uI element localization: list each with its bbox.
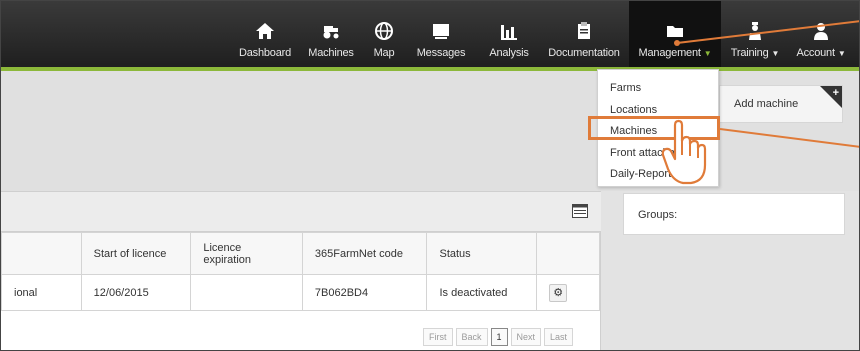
home-icon [256,23,274,39]
nav-dashboard[interactable]: Dashboard [235,1,295,67]
cell-actions: ⚙ [536,274,600,311]
tractor-icon [323,26,339,39]
column-header [1,232,82,275]
trainer-icon [749,22,761,40]
chevron-down-icon: ▼ [703,48,712,58]
nav-messages[interactable]: Messages [415,1,467,67]
nav-machines[interactable]: Machines [306,1,356,67]
nav-training[interactable]: Training ▼ [727,1,783,67]
table-row[interactable]: ional 12/06/2015 7B062BD4 Is deactivated… [1,274,600,311]
column-header-farmnet-code: 365FarmNet code [301,232,428,275]
machines-panel: Start of licence Licence expiration 365F… [1,191,601,350]
menu-item-daily-reports[interactable]: Daily-Reports [610,168,710,180]
cell-start-of-licence: 12/06/2015 [80,274,192,311]
top-navigation: Dashboard Machines Map Messages Analysis… [1,1,859,71]
machines-table: Start of licence Licence expiration 365F… [1,232,600,311]
nav-map[interactable]: Map [366,1,402,67]
table-header-row: Start of licence Licence expiration 365F… [1,232,600,275]
cell-licence-type: ional [1,274,82,311]
groups-panel: Groups: [623,193,845,235]
message-icon [433,24,449,39]
nav-account[interactable]: Account ▼ [795,1,847,67]
plus-icon: + [832,87,839,99]
gear-icon[interactable]: ⚙ [549,283,568,302]
pager-last-button[interactable]: Last [544,328,574,346]
panel-header [1,192,601,232]
bar-chart-icon [501,25,517,40]
menu-item-front-attachments[interactable]: Front attachments [610,147,710,159]
column-header-start-of-licence: Start of licence [80,232,192,275]
pager-next-button[interactable]: Next [510,328,542,346]
table-view-icon[interactable] [572,204,588,218]
clipboard-icon [578,22,590,39]
chevron-down-icon: ▼ [771,48,780,58]
cell-farmnet-code: 7B062BD4 [301,274,428,311]
nav-analysis[interactable]: Analysis [485,1,533,67]
column-header-status: Status [426,232,538,275]
globe-icon [375,22,393,40]
highlight-box [588,116,720,140]
column-header-actions [536,232,600,275]
pager-back-button[interactable]: Back [455,328,488,346]
nav-management[interactable]: Management ▼ [629,1,721,67]
menu-item-locations[interactable]: Locations [610,104,710,116]
chevron-down-icon: ▼ [837,48,846,58]
column-header-licence-expiration: Licence expiration [190,232,303,275]
cell-status: Is deactivated [426,274,538,311]
menu-item-farms[interactable]: Farms [610,82,710,94]
nav-documentation[interactable]: Documentation [547,1,621,67]
pager-first-button[interactable]: First [423,328,453,346]
pagination: First Back 1 Next Last [423,328,574,346]
folder-icon [667,26,683,37]
cell-licence-expiration [190,274,303,311]
add-machine-button[interactable]: Add machine + [719,85,843,123]
screenshot-frame: Dashboard Machines Map Messages Analysis… [0,0,860,351]
user-icon [814,23,828,40]
pager-current-page[interactable]: 1 [490,328,508,346]
